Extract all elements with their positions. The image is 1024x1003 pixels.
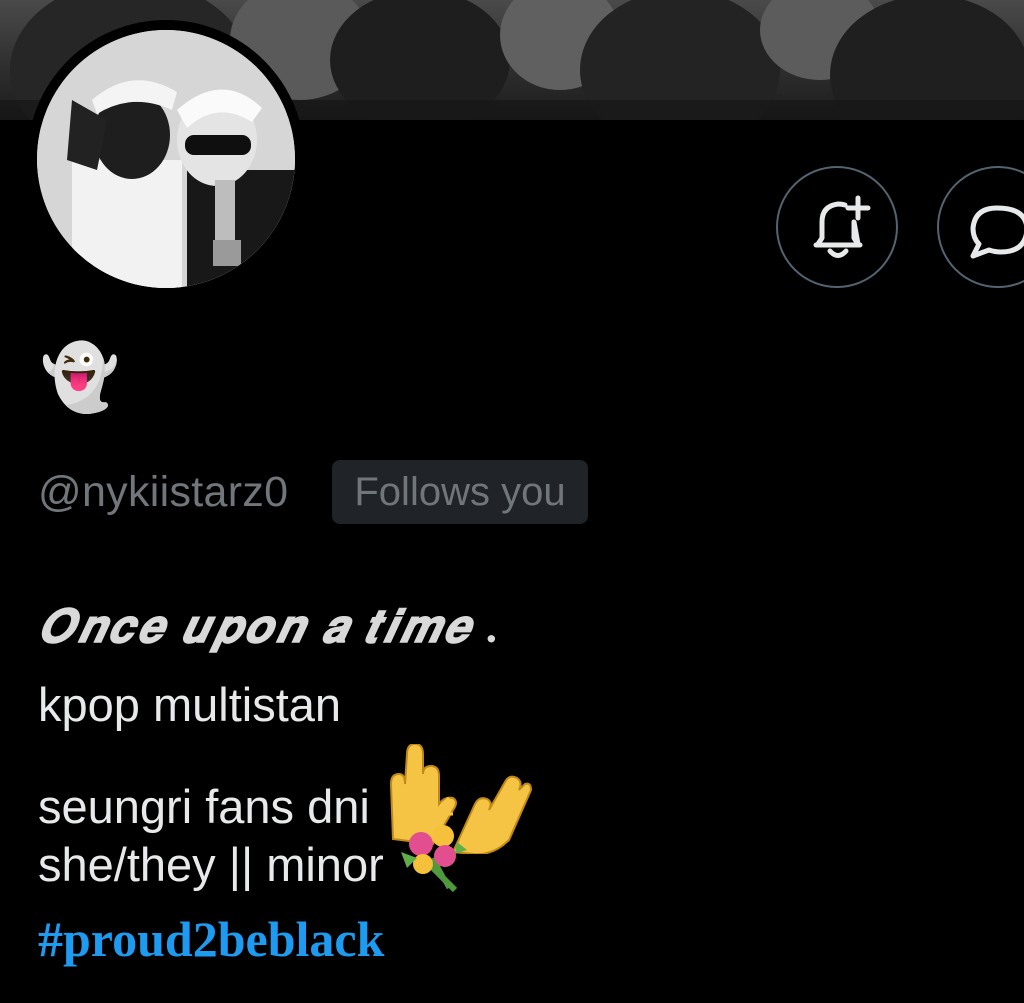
handle-row: @nykiistarz0 Follows you: [38, 460, 588, 524]
hashtag-link[interactable]: #proud2beblack: [38, 911, 384, 967]
message-button[interactable]: [937, 166, 1024, 288]
profile-bio: 𝑶𝒏𝒄𝒆 𝒖𝒑𝒐𝒏 𝒂 𝒕𝒊𝒎𝒆 . kpop multistan seungr…: [38, 588, 998, 978]
message-bubble-icon: [970, 205, 1024, 259]
avatar[interactable]: [27, 20, 305, 298]
bell-plus-icon: [813, 195, 871, 258]
notifications-button[interactable]: [776, 166, 898, 288]
bio-line-text: she/they || minor: [38, 837, 384, 891]
user-handle: @nykiistarz0: [38, 467, 289, 516]
avatar-photo: [37, 30, 295, 288]
follows-you-badge: Follows you: [332, 460, 588, 524]
display-name: 👻: [40, 341, 120, 415]
bio-line: kpop multistan: [38, 678, 342, 731]
bio-line-with-emoji: seungri fans dni: [38, 742, 998, 856]
bio-line-title: 𝑶𝒏𝒄𝒆 𝒖𝒑𝒐𝒏 𝒂 𝒕𝒊𝒎𝒆 .: [38, 601, 502, 652]
bio-hashtag-line: #proud2beblack: [38, 900, 998, 978]
bouquet-emoji: [397, 822, 479, 915]
